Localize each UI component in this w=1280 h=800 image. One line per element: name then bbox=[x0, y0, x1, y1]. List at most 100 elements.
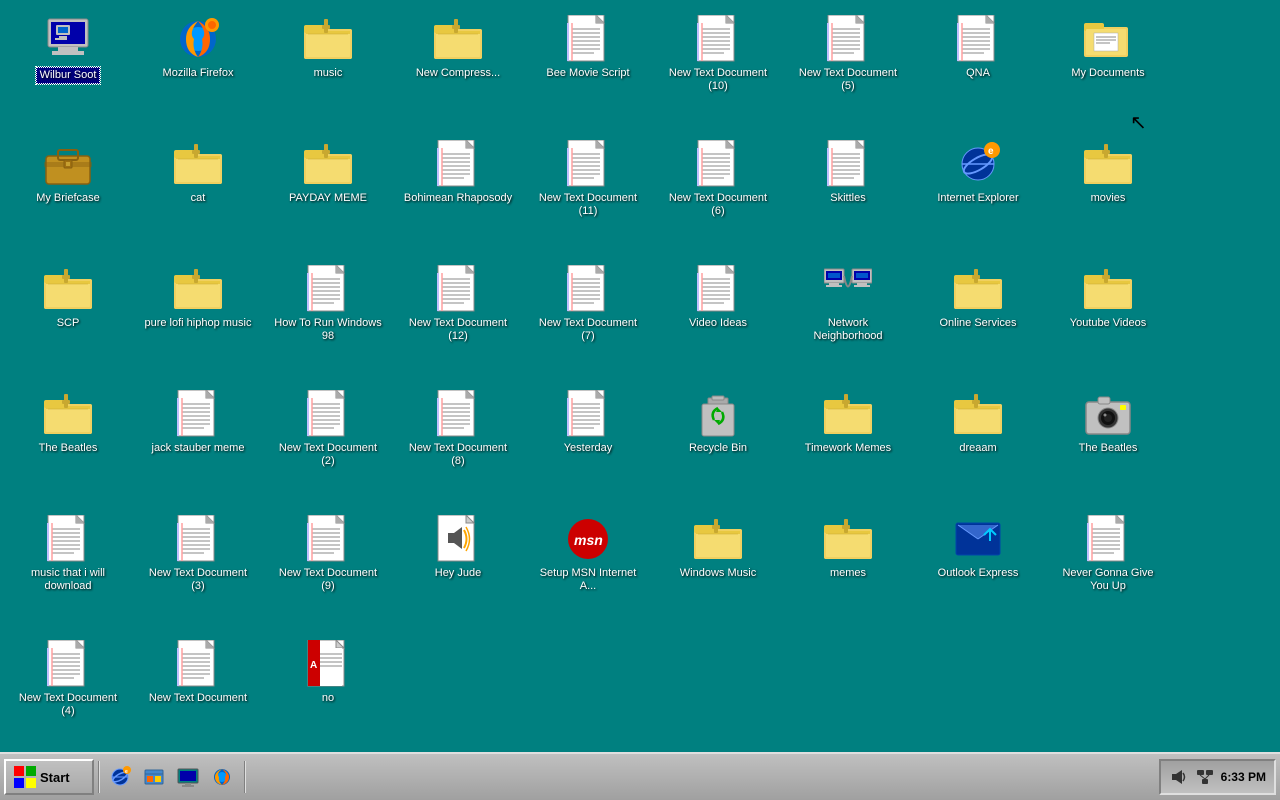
icon-label-my-briefcase: My Briefcase bbox=[36, 192, 100, 205]
desktop-icon-recycle-bin[interactable]: Recycle Bin bbox=[658, 383, 778, 508]
network-tray-icon[interactable] bbox=[1195, 767, 1215, 787]
icon-img-my-briefcase bbox=[44, 140, 92, 188]
icon-img-wilbur-soot bbox=[44, 15, 92, 63]
icon-img-qna bbox=[954, 15, 1002, 63]
volume-icon[interactable] bbox=[1169, 767, 1189, 787]
icon-label-video-ideas: Video Ideas bbox=[689, 317, 747, 330]
desktop-icon-never-gonna[interactable]: Never Gonna Give You Up bbox=[1048, 508, 1168, 633]
desktop-icon-new-text-plain[interactable]: New Text Document bbox=[138, 633, 258, 758]
desktop-icon-new-text-5[interactable]: New Text Document (5) bbox=[788, 8, 908, 133]
desktop-icon-setup-msn[interactable]: msn Setup MSN Internet A... bbox=[528, 508, 648, 633]
icon-img-hey-jude bbox=[434, 515, 482, 563]
desktop-icon-new-text-2[interactable]: New Text Document (2) bbox=[268, 383, 388, 508]
desktop-icon-online-services[interactable]: Online Services bbox=[918, 258, 1038, 383]
icon-img-youtube-videos bbox=[1084, 265, 1132, 313]
desktop-icon-new-text-8[interactable]: New Text Document (8) bbox=[398, 383, 518, 508]
icon-label-network-neighborhood: Network Neighborhood bbox=[793, 317, 903, 343]
taskbar-middle-divider bbox=[244, 761, 246, 793]
desktop-icon-memes[interactable]: memes bbox=[788, 508, 908, 633]
icon-img-bohimean-rhaposody bbox=[434, 140, 482, 188]
icon-img-my-documents bbox=[1084, 15, 1132, 63]
desktop-icon-network-neighborhood[interactable]: Network Neighborhood bbox=[788, 258, 908, 383]
desktop: Wilbur Soot Mozilla Firefox music New Co… bbox=[0, 0, 1280, 752]
icon-label-the-beatles-folder: The Beatles bbox=[39, 442, 98, 455]
desktop-icon-new-text-10[interactable]: New Text Document (10) bbox=[658, 8, 778, 133]
icon-label-outlook-express: Outlook Express bbox=[938, 567, 1019, 580]
desktop-icon-my-briefcase[interactable]: My Briefcase bbox=[8, 133, 128, 258]
icon-img-new-text-6 bbox=[694, 140, 742, 188]
icon-img-video-ideas bbox=[694, 265, 742, 313]
icon-label-hey-jude: Hey Jude bbox=[435, 567, 481, 580]
icon-img-online-services bbox=[954, 265, 1002, 313]
icon-img-new-text-3 bbox=[174, 515, 222, 563]
desktop-icon-wilbur-soot[interactable]: Wilbur Soot bbox=[8, 8, 128, 133]
icon-img-memes bbox=[824, 515, 872, 563]
desktop-icon-jack-stauber-meme[interactable]: jack stauber meme bbox=[138, 383, 258, 508]
desktop-icon-no[interactable]: A no bbox=[268, 633, 388, 758]
icon-label-music-download: music that i will download bbox=[13, 567, 123, 593]
channels-quick-launch[interactable] bbox=[138, 761, 170, 793]
desktop-icon-music[interactable]: music bbox=[268, 8, 388, 133]
icon-label-new-text-11: New Text Document (11) bbox=[533, 192, 643, 218]
icon-label-new-text-6: New Text Document (6) bbox=[663, 192, 773, 218]
desktop-icon-new-compressed[interactable]: New Compress... bbox=[398, 8, 518, 133]
desktop-icon-the-beatles-cam[interactable]: The Beatles bbox=[1048, 383, 1168, 508]
icon-img-timework-memes bbox=[824, 390, 872, 438]
desktop-icon-the-beatles-folder[interactable]: The Beatles bbox=[8, 383, 128, 508]
desktop-icon-new-text-12[interactable]: New Text Document (12) bbox=[398, 258, 518, 383]
icon-label-qna: QNA bbox=[966, 67, 990, 80]
svg-text:e: e bbox=[125, 769, 128, 775]
desktop-icon-new-text-11[interactable]: New Text Document (11) bbox=[528, 133, 648, 258]
firefox-quick-launch[interactable] bbox=[206, 761, 238, 793]
desktop-icon-youtube-videos[interactable]: Youtube Videos bbox=[1048, 258, 1168, 383]
desktop-icon-internet-explorer[interactable]: e Internet Explorer bbox=[918, 133, 1038, 258]
desktop-icon-scp[interactable]: SCP bbox=[8, 258, 128, 383]
desktop-icon-new-text-6[interactable]: New Text Document (6) bbox=[658, 133, 778, 258]
icon-img-new-text-11 bbox=[564, 140, 612, 188]
desktop-icon-how-to-run[interactable]: How To Run Windows 98 bbox=[268, 258, 388, 383]
desktop-icon-mozilla-firefox[interactable]: Mozilla Firefox bbox=[138, 8, 258, 133]
system-tray: 6:33 PM bbox=[1159, 759, 1276, 795]
desktop-icon-timework-memes[interactable]: Timework Memes bbox=[788, 383, 908, 508]
desktop-icon-new-text-9[interactable]: New Text Document (9) bbox=[268, 508, 388, 633]
desktop-icon-pure-lofi[interactable]: pure lofi hiphop music bbox=[138, 258, 258, 383]
icon-img-new-text-12 bbox=[434, 265, 482, 313]
icon-img-the-beatles-cam bbox=[1084, 390, 1132, 438]
icon-img-network-neighborhood bbox=[824, 265, 872, 313]
show-desktop-quick-launch[interactable] bbox=[172, 761, 204, 793]
desktop-icon-cat[interactable]: cat bbox=[138, 133, 258, 258]
desktop-icon-hey-jude[interactable]: Hey Jude bbox=[398, 508, 518, 633]
icon-img-pure-lofi bbox=[174, 265, 222, 313]
desktop-icon-payday-meme[interactable]: PAYDAY MEME bbox=[268, 133, 388, 258]
desktop-icon-new-text-3[interactable]: New Text Document (3) bbox=[138, 508, 258, 633]
desktop-icon-bee-movie-script[interactable]: Bee Movie Script bbox=[528, 8, 648, 133]
desktop-icon-video-ideas[interactable]: Video Ideas bbox=[658, 258, 778, 383]
icon-img-internet-explorer: e bbox=[954, 140, 1002, 188]
icon-label-new-text-2: New Text Document (2) bbox=[273, 442, 383, 468]
desktop-icon-new-text-7[interactable]: New Text Document (7) bbox=[528, 258, 648, 383]
icon-img-outlook-express bbox=[954, 515, 1002, 563]
icon-label-how-to-run: How To Run Windows 98 bbox=[273, 317, 383, 343]
icon-img-new-text-4 bbox=[44, 640, 92, 688]
start-button[interactable]: Start bbox=[4, 759, 94, 795]
svg-text:A: A bbox=[310, 660, 317, 671]
taskbar: Start e bbox=[0, 752, 1280, 800]
desktop-icon-windows-music[interactable]: Windows Music bbox=[658, 508, 778, 633]
icon-label-cat: cat bbox=[191, 192, 206, 205]
desktop-icon-movies[interactable]: movies bbox=[1048, 133, 1168, 258]
desktop-icon-bohimean-rhaposody[interactable]: Bohimean Rhaposody bbox=[398, 133, 518, 258]
desktop-icon-music-download[interactable]: music that i will download bbox=[8, 508, 128, 633]
icon-img-new-text-9 bbox=[304, 515, 352, 563]
desktop-icon-outlook-express[interactable]: Outlook Express bbox=[918, 508, 1038, 633]
desktop-icon-new-text-4[interactable]: New Text Document (4) bbox=[8, 633, 128, 758]
ie-quick-launch[interactable]: e bbox=[104, 761, 136, 793]
desktop-icon-skittles[interactable]: Skittles bbox=[788, 133, 908, 258]
icon-img-new-text-2 bbox=[304, 390, 352, 438]
desktop-icon-my-documents[interactable]: My Documents bbox=[1048, 8, 1168, 133]
desktop-icon-yesterday[interactable]: Yesterday bbox=[528, 383, 648, 508]
desktop-icon-dreaam[interactable]: dreaam bbox=[918, 383, 1038, 508]
desktop-icon-qna[interactable]: QNA bbox=[918, 8, 1038, 133]
icon-label-new-text-10: New Text Document (10) bbox=[663, 67, 773, 93]
icon-label-scp: SCP bbox=[57, 317, 80, 330]
icon-label-the-beatles-cam: The Beatles bbox=[1079, 442, 1138, 455]
